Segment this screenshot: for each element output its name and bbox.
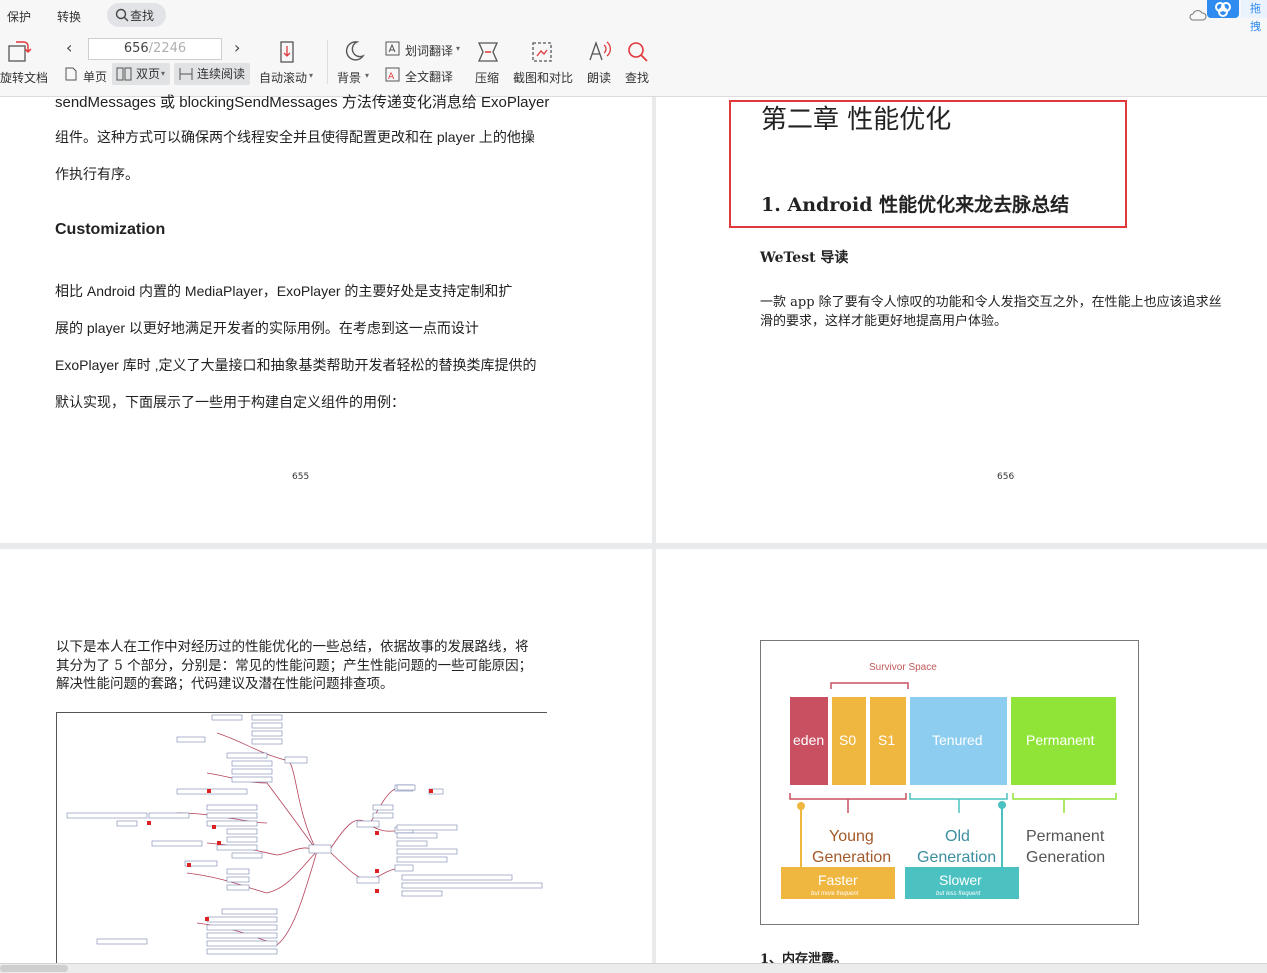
auto-scroll-icon xyxy=(280,41,294,63)
screenshot-compare-icon xyxy=(532,42,552,62)
single-page-icon xyxy=(65,67,77,81)
svg-text:A: A xyxy=(388,72,395,82)
wetest-heading: WeTest 导读 xyxy=(760,250,849,266)
slower-subtitle: but less frequent xyxy=(936,891,981,897)
page657-line1: 以下是本人在工作中对经历过的性能优化的一些总结，依据故事的发展路线，将 xyxy=(56,639,529,655)
cloud-logo-icon xyxy=(1215,2,1231,17)
young-label: Young xyxy=(829,828,874,845)
tenured-label: Tenured xyxy=(932,732,983,748)
continuous-reading-button[interactable]: 连续阅读 xyxy=(174,63,250,85)
page-number: 656 xyxy=(997,472,1015,482)
page655-line1: 组件。这种方式可以确保两个线程安全并且使得配置更改和在 player 上的他操 xyxy=(55,129,535,145)
intro-line2: 滑的要求，这样才能更好地提高用户体验。 xyxy=(760,314,1008,329)
page657-line2: 其分为了 5 个部分，分别是：常见的性能问题；产生性能问题的一些可能原因； xyxy=(56,658,533,674)
screenshot-compare-button[interactable]: 截图和对比 xyxy=(513,69,573,86)
double-page-label: 双页 xyxy=(136,67,161,81)
search-icon xyxy=(115,8,129,22)
toolbar: 保护 转换 查找 旋转文档 ‹ 656/2246 › 单页 双页 ▾ 连续阅读 … xyxy=(0,0,1267,97)
permanent-label: Permanent xyxy=(1026,828,1105,845)
young-generation-label: Generation xyxy=(812,849,891,866)
current-page: 656 xyxy=(123,41,149,56)
menu-convert[interactable]: 转换 xyxy=(57,8,81,25)
page655-heading: Customization xyxy=(55,221,166,238)
drag-tab-label: 拖拽 xyxy=(1250,2,1261,33)
cloud-sync-icon[interactable] xyxy=(1189,8,1207,22)
permanent-block-label: Permanent xyxy=(1026,732,1095,748)
permanent-generation-label: Generation xyxy=(1026,849,1105,866)
page657-line3: 解决性能问题的套路；代码建议及潜在性能问题排查项。 xyxy=(56,676,394,692)
old-generation-label: Generation xyxy=(917,849,996,866)
word-translate-icon xyxy=(385,41,400,56)
page655-p2: 展的 player 以更好地满足开发者的实际用例。在考虑到这一点而设计 xyxy=(55,320,479,336)
intro-line1: 一款 app 除了要有令人惊叹的功能和令人发指交互之外，在性能上也应该追求丝 xyxy=(760,295,1222,310)
page655-p4: 默认实现，下面展示了一些用于构建自定义组件的用例： xyxy=(55,394,405,410)
double-page-button[interactable]: 双页 ▾ xyxy=(112,63,170,85)
full-translate-button[interactable]: 全文翻译 xyxy=(405,68,453,85)
double-page-icon xyxy=(116,67,132,81)
page-655: sendMessages 或 blockingSendMessages 方法传递… xyxy=(0,94,652,543)
survivor-space-label: Survivor Space xyxy=(869,662,937,673)
page-number-input[interactable]: 656/2246 xyxy=(88,38,222,60)
rotate-document-button[interactable]: 旋转文档 xyxy=(0,69,48,86)
chevron-down-icon: ▾ xyxy=(161,69,166,78)
eden-label: eden xyxy=(793,732,824,748)
page655-p3: ExoPlayer 库时 ,定义了大量接口和抽象基类帮助开发者轻松的替换类库提供… xyxy=(55,357,537,373)
chevron-down-icon: ▾ xyxy=(456,44,461,53)
continuous-reading-label: 连续阅读 xyxy=(197,67,246,81)
word-translate-button[interactable]: 划词翻译 xyxy=(405,42,453,59)
s0-label: S0 xyxy=(839,732,856,748)
toolbar-divider xyxy=(327,40,328,84)
faster-subtitle: but more frequent xyxy=(811,891,859,897)
chevron-down-icon: ▾ xyxy=(365,71,370,80)
slower-label: Slower xyxy=(939,872,982,888)
page655-p1: 相比 Android 内置的 MediaPlayer，ExoPlayer 的主要… xyxy=(55,283,513,299)
gc-generations-figure: Survivor Space eden S0 S1 Tenured Perman… xyxy=(760,640,1139,925)
menu-protect[interactable]: 保护 xyxy=(7,8,31,25)
old-label: Old xyxy=(945,828,970,845)
drag-tab[interactable]: 拖拽 xyxy=(1241,0,1267,33)
menu-find-button[interactable]: 查找 xyxy=(107,3,166,27)
scrollbar-thumb[interactable] xyxy=(0,965,68,972)
read-aloud-button[interactable]: 朗读 xyxy=(587,69,611,86)
moon-icon xyxy=(345,41,365,61)
highlight-box xyxy=(729,100,1127,228)
page-number: 655 xyxy=(292,472,310,482)
auto-scroll-button[interactable]: 自动滚动 xyxy=(259,69,307,86)
compress-icon xyxy=(477,42,499,62)
s1-label: S1 xyxy=(878,732,895,748)
mind-map-image xyxy=(56,712,547,968)
compress-button[interactable]: 压缩 xyxy=(475,69,499,86)
read-aloud-icon xyxy=(589,41,611,61)
cloud-badge[interactable] xyxy=(1207,0,1239,18)
single-page-button[interactable]: 单页 xyxy=(83,68,107,85)
page655-line2: 作执行有序。 xyxy=(55,166,139,182)
faster-label: Faster xyxy=(818,872,858,888)
find-button[interactable]: 查找 xyxy=(625,69,649,86)
mind-map-figure xyxy=(66,714,543,955)
continuous-reading-icon xyxy=(179,68,193,80)
chevron-down-icon: ▾ xyxy=(309,71,314,80)
rotate-document-icon[interactable] xyxy=(6,38,32,64)
search-icon xyxy=(628,42,648,62)
next-page-button[interactable]: › xyxy=(234,38,240,57)
previous-page-button[interactable]: ‹ xyxy=(66,38,72,57)
menu-find-label: 查找 xyxy=(130,9,155,23)
total-pages: /2246 xyxy=(148,41,187,56)
full-translate-icon: A xyxy=(385,67,400,82)
background-button[interactable]: 背景 xyxy=(337,69,361,86)
page655-line0: sendMessages 或 blockingSendMessages 方法传递… xyxy=(55,94,550,111)
